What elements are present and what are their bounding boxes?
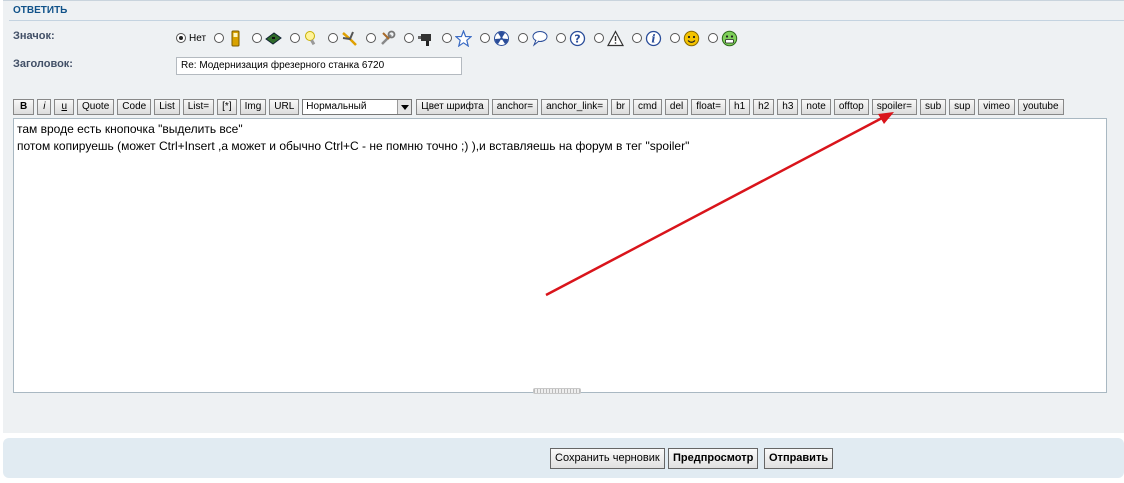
- float-button[interactable]: float=: [691, 98, 727, 115]
- icon-option-none[interactable]: Нет: [176, 33, 212, 44]
- anchor-button[interactable]: anchor=: [491, 98, 539, 115]
- subject-input[interactable]: Re: Модернизация фрезерного станка 6720: [176, 57, 462, 75]
- ordered-list-button[interactable]: List=: [182, 98, 215, 115]
- radio-question[interactable]: [556, 33, 567, 43]
- br-button[interactable]: br: [611, 98, 631, 115]
- radio-grin[interactable]: [708, 33, 719, 43]
- url-button[interactable]: URL: [269, 98, 300, 115]
- radio-smile[interactable]: [670, 33, 681, 43]
- radio-radiation[interactable]: [480, 33, 491, 43]
- grin-icon: [721, 30, 738, 46]
- icon-option-radiation[interactable]: [480, 30, 516, 47]
- wrench-icon: [381, 30, 396, 45]
- drill-icon: [418, 33, 432, 46]
- icon-option-info[interactable]: i: [632, 30, 668, 47]
- textarea-resize-grip[interactable]: [533, 388, 581, 394]
- radio-warning[interactable]: [594, 33, 605, 43]
- post-icon-selector: Нет ? i: [176, 29, 746, 47]
- underline-button[interactable]: u: [54, 98, 75, 115]
- phone-icon: [231, 30, 240, 46]
- preview-button[interactable]: Предпросмотр: [668, 448, 759, 469]
- icon-option-bulb[interactable]: [290, 30, 326, 47]
- save-draft-button[interactable]: Сохранить черновик: [550, 448, 665, 469]
- h3-button[interactable]: h3: [777, 98, 799, 115]
- icon-option-chip[interactable]: [252, 30, 288, 47]
- radio-speech[interactable]: [518, 33, 529, 43]
- icon-option-drill[interactable]: [404, 30, 440, 47]
- pliers-icon: [342, 31, 357, 46]
- font-size-select[interactable]: Нормальный: [302, 98, 413, 115]
- font-color-button[interactable]: Цвет шрифта: [416, 98, 489, 115]
- icon-option-smile[interactable]: [670, 30, 706, 47]
- h1-button[interactable]: h1: [729, 98, 751, 115]
- bbcode-toolbar: B i u Quote Code List List= [*] Img URL …: [13, 98, 1067, 115]
- bulb-icon: [305, 30, 316, 45]
- sup-button[interactable]: sup: [949, 98, 976, 115]
- bold-button[interactable]: B: [13, 98, 35, 115]
- note-button[interactable]: note: [801, 98, 831, 115]
- star-icon: [455, 29, 473, 47]
- icon-option-star[interactable]: [442, 29, 478, 47]
- chip-board-icon: [265, 31, 282, 45]
- code-button[interactable]: Code: [117, 98, 152, 115]
- icon-none-label: Нет: [189, 32, 207, 44]
- smile-icon: [683, 30, 700, 46]
- quote-button[interactable]: Quote: [77, 98, 115, 115]
- message-line: там вроде есть кнопочка "выделить все": [17, 122, 243, 136]
- svg-text:?: ?: [574, 32, 580, 45]
- anchor-link-button[interactable]: anchor_link=: [541, 98, 609, 115]
- radio-wrench[interactable]: [366, 33, 377, 43]
- h2-button[interactable]: h2: [753, 98, 775, 115]
- font-size-value: Нормальный: [306, 100, 367, 112]
- del-button[interactable]: del: [664, 98, 689, 115]
- vimeo-button[interactable]: vimeo: [978, 98, 1015, 115]
- submit-button[interactable]: Отправить: [764, 448, 834, 469]
- icon-option-phone[interactable]: [214, 30, 250, 47]
- img-button[interactable]: Img: [239, 98, 267, 115]
- spoiler-button[interactable]: spoiler=: [871, 98, 918, 115]
- cmd-button[interactable]: cmd: [633, 98, 662, 115]
- radio-chip[interactable]: [252, 33, 263, 43]
- icon-label: Значок:: [13, 30, 55, 42]
- italic-button[interactable]: i: [37, 98, 52, 115]
- chevron-down-icon[interactable]: [397, 99, 412, 114]
- icon-option-speech[interactable]: [518, 30, 554, 47]
- warning-icon: [607, 29, 625, 46]
- svg-text:i: i: [651, 32, 655, 45]
- radiation-icon: [494, 30, 510, 46]
- icon-option-question[interactable]: ?: [556, 30, 592, 47]
- icon-option-warning[interactable]: [594, 29, 630, 47]
- icon-option-wrench[interactable]: [366, 30, 402, 47]
- radio-bulb[interactable]: [290, 33, 301, 43]
- icon-option-grin[interactable]: [708, 30, 744, 47]
- radio-none[interactable]: [176, 33, 186, 43]
- panel-title: ОТВЕТИТЬ: [13, 5, 68, 16]
- radio-pliers[interactable]: [328, 33, 339, 43]
- list-item-button[interactable]: [*]: [217, 98, 237, 115]
- youtube-button[interactable]: youtube: [1017, 98, 1064, 115]
- subject-label: Заголовок:: [13, 58, 73, 70]
- radio-info[interactable]: [632, 33, 643, 43]
- radio-star[interactable]: [442, 33, 453, 43]
- icon-option-pliers[interactable]: [328, 30, 364, 47]
- list-button[interactable]: List: [154, 98, 180, 115]
- sub-button[interactable]: sub: [920, 98, 947, 115]
- title-divider: [9, 20, 1124, 21]
- message-textarea[interactable]: там вроде есть кнопочка "выделить все" п…: [13, 118, 1107, 393]
- question-icon: ?: [569, 30, 586, 46]
- radio-drill[interactable]: [404, 33, 415, 43]
- radio-phone[interactable]: [214, 33, 225, 43]
- message-line: потом копируешь (может Ctrl+Insert ,а мо…: [17, 139, 690, 153]
- info-icon: i: [645, 30, 662, 46]
- offtop-button[interactable]: offtop: [833, 98, 869, 115]
- speech-bubble-icon: [532, 30, 548, 47]
